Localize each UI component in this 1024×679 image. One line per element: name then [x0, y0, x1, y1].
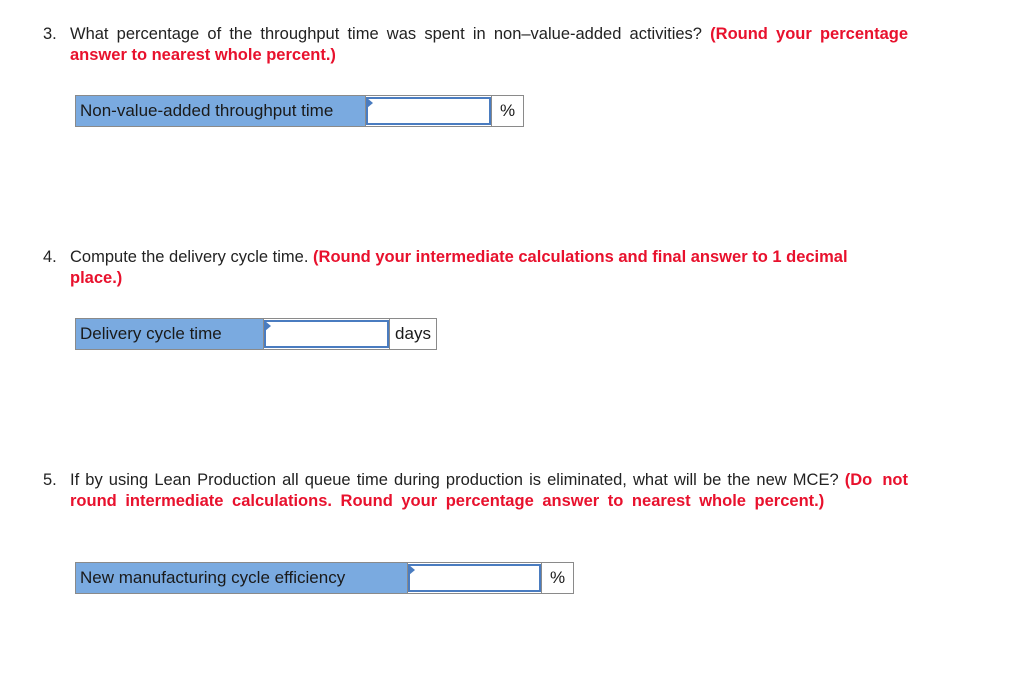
new-mce-input[interactable]: [410, 566, 539, 590]
question-text: Compute the delivery cycle time.: [70, 248, 309, 266]
answer-row-new-mce: New manufacturing cycle efficiency %: [75, 562, 574, 594]
question-text: If by using Lean Production all queue ti…: [70, 471, 839, 489]
unit-label: %: [541, 563, 573, 593]
answer-input-wrapper[interactable]: [366, 97, 491, 125]
unit-label: days: [389, 319, 436, 349]
question-body: If by using Lean Production all queue ti…: [70, 470, 908, 512]
answer-row-delivery-cycle-time: Delivery cycle time days: [75, 318, 437, 350]
answer-input-wrapper[interactable]: [408, 564, 541, 592]
answer-row-non-value-added-time: Non-value-added throughput time %: [75, 95, 524, 127]
delivery-cycle-time-input[interactable]: [266, 322, 387, 346]
question-3: 3. What percentage of the throughput tim…: [43, 24, 908, 66]
question-text: What percentage of the throughput time w…: [70, 25, 702, 43]
question-number: 3.: [43, 25, 57, 43]
question-number: 5.: [43, 471, 57, 489]
question-body: Compute the delivery cycle time. (Round …: [70, 247, 870, 289]
answer-input-wrapper[interactable]: [264, 320, 389, 348]
answer-label: Delivery cycle time: [76, 319, 264, 349]
input-flag-icon: [409, 565, 415, 575]
answer-label: New manufacturing cycle efficiency: [76, 563, 408, 593]
question-number: 4.: [43, 248, 57, 266]
answer-label: Non-value-added throughput time: [76, 96, 366, 126]
input-flag-icon: [367, 98, 373, 108]
question-body: What percentage of the throughput time w…: [70, 24, 908, 66]
question-5: 5. If by using Lean Production all queue…: [43, 470, 908, 512]
input-flag-icon: [265, 321, 271, 331]
unit-label: %: [491, 96, 523, 126]
question-4: 4. Compute the delivery cycle time. (Rou…: [43, 247, 908, 289]
non-value-added-time-input[interactable]: [368, 99, 489, 123]
